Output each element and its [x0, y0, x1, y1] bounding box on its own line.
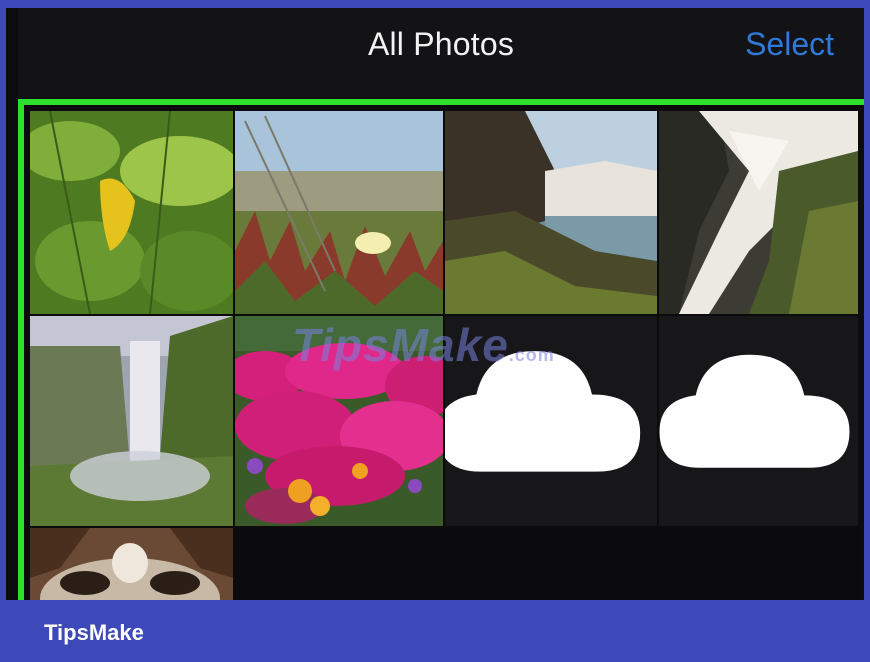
photo-placeholder-cloud[interactable]: [445, 316, 657, 526]
photo-thumbnail-misty-waterfall[interactable]: [30, 316, 233, 526]
footer-bar: TipsMake: [0, 600, 870, 662]
photo-thumbnail-flower[interactable]: [235, 111, 443, 314]
photo-thumbnail-magenta-flowers[interactable]: [235, 316, 443, 526]
photo-grid: [24, 105, 858, 600]
cloud-icon: [445, 351, 641, 472]
photo-thumbnail-leaves[interactable]: [30, 111, 233, 314]
cloud-icon: [659, 354, 850, 468]
photo-thumbnail-waterfall-rocks[interactable]: [659, 111, 858, 314]
navigation-bar: All Photos Select: [18, 8, 864, 98]
page-title: All Photos: [367, 26, 515, 62]
photos-app-screen: All Photos Select TipsMake.com: [6, 8, 864, 600]
photo-placeholder-cloud[interactable]: [659, 316, 858, 526]
brand-logo-text: TipsMake: [44, 620, 144, 645]
select-button[interactable]: Select: [745, 26, 834, 63]
photo-thumbnail-dog[interactable]: [30, 528, 233, 600]
photo-thumbnail-waterfall-cliff[interactable]: [445, 111, 657, 314]
